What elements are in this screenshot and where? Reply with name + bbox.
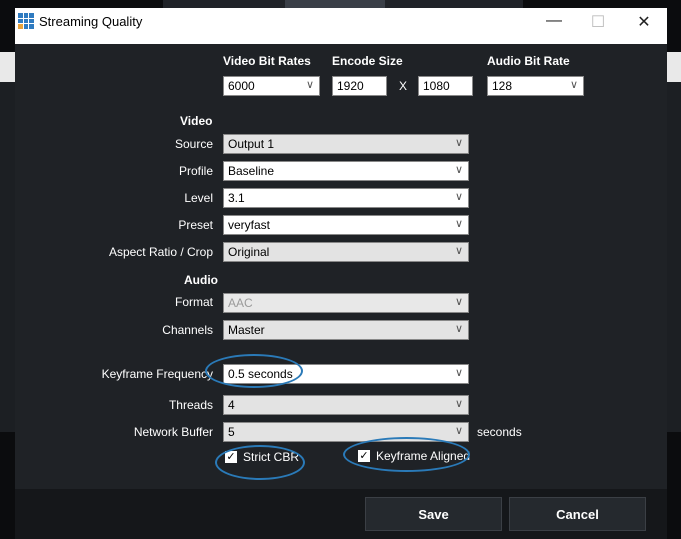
chevron-down-icon: ∨ — [305, 79, 314, 91]
video-bit-rate-value: 6000 — [228, 79, 255, 93]
audio-bit-rate-label: Audio Bit Rate — [487, 54, 570, 68]
chevron-down-icon: ∨ — [454, 425, 463, 437]
cancel-button[interactable]: Cancel — [509, 497, 646, 531]
video-section-header: Video — [180, 114, 213, 128]
close-button[interactable]: ✕ — [632, 12, 656, 32]
background-panel — [0, 82, 15, 432]
source-value: Output 1 — [228, 137, 275, 151]
profile-label: Profile — [178, 164, 213, 178]
dialog-footer: Save Cancel — [15, 489, 667, 539]
source-label: Source — [174, 137, 213, 151]
chevron-down-icon: ∨ — [454, 218, 463, 230]
network-buffer-unit: seconds — [477, 425, 522, 439]
threads-value: 4 — [228, 398, 235, 412]
channels-value: Master — [228, 323, 265, 337]
chevron-down-icon: ∨ — [454, 398, 463, 410]
video-bit-rates-label: Video Bit Rates — [223, 54, 311, 68]
source-select[interactable]: Output 1 ∨ — [223, 134, 469, 154]
threads-label: Threads — [168, 398, 213, 412]
encode-width-input[interactable]: 1920 — [332, 76, 387, 96]
window-title: Streaming Quality — [39, 14, 143, 29]
aspect-ratio-value: Original — [228, 245, 270, 259]
streaming-quality-dialog: Streaming Quality — ☐ ✕ Video Bit Rates … — [15, 8, 667, 539]
format-value: AAC — [228, 296, 253, 310]
preset-value: veryfast — [228, 218, 271, 232]
channels-select[interactable]: Master ∨ — [223, 320, 469, 340]
keyframe-frequency-label: Keyframe Frequency — [101, 367, 213, 381]
preset-label: Preset — [178, 218, 213, 232]
chevron-down-icon: ∨ — [454, 137, 463, 149]
network-buffer-label: Network Buffer — [133, 425, 213, 439]
aspect-ratio-select[interactable]: Original ∨ — [223, 242, 469, 262]
format-label: Format — [174, 295, 213, 309]
background-panel — [667, 82, 681, 432]
channels-label: Channels — [162, 323, 213, 337]
background-window-right — [667, 52, 681, 82]
format-select: AAC ∨ — [223, 293, 469, 313]
audio-section-header: Audio — [184, 273, 218, 287]
threads-select[interactable]: 4 ∨ — [223, 395, 469, 415]
chevron-down-icon: ∨ — [454, 245, 463, 257]
encode-size-separator: X — [399, 79, 408, 93]
encode-size-label: Encode Size — [332, 54, 403, 68]
profile-value: Baseline — [228, 164, 275, 178]
annotation-ellipse — [215, 445, 305, 480]
encode-height-input[interactable]: 1080 — [418, 76, 473, 96]
chevron-down-icon: ∨ — [454, 296, 463, 308]
chevron-down-icon: ∨ — [454, 164, 463, 176]
level-select[interactable]: 3.1 ∨ — [223, 188, 469, 208]
minimize-button[interactable]: — — [542, 12, 566, 32]
chevron-down-icon: ∨ — [454, 367, 463, 379]
chevron-down-icon: ∨ — [454, 323, 463, 335]
maximize-button[interactable]: ☐ — [586, 12, 610, 32]
chevron-down-icon: ∨ — [454, 191, 463, 203]
title-bar: Streaming Quality — ☐ ✕ — [15, 8, 667, 44]
annotation-ellipse — [205, 354, 303, 388]
app-logo-icon — [18, 13, 34, 29]
aspect-ratio-label: Aspect Ratio / Crop — [108, 245, 213, 259]
background-tab — [285, 0, 385, 8]
chevron-down-icon: ∨ — [569, 79, 578, 91]
background-window-left — [0, 52, 15, 82]
video-bit-rate-select[interactable]: 6000 ∨ — [223, 76, 320, 96]
level-value: 3.1 — [228, 191, 245, 205]
annotation-ellipse — [343, 437, 470, 472]
audio-bit-rate-select[interactable]: 128 ∨ — [487, 76, 584, 96]
profile-select[interactable]: Baseline ∨ — [223, 161, 469, 181]
preset-select[interactable]: veryfast ∨ — [223, 215, 469, 235]
audio-bit-rate-value: 128 — [492, 79, 513, 93]
network-buffer-value: 5 — [228, 425, 235, 439]
save-button[interactable]: Save — [365, 497, 502, 531]
level-label: Level — [184, 191, 213, 205]
